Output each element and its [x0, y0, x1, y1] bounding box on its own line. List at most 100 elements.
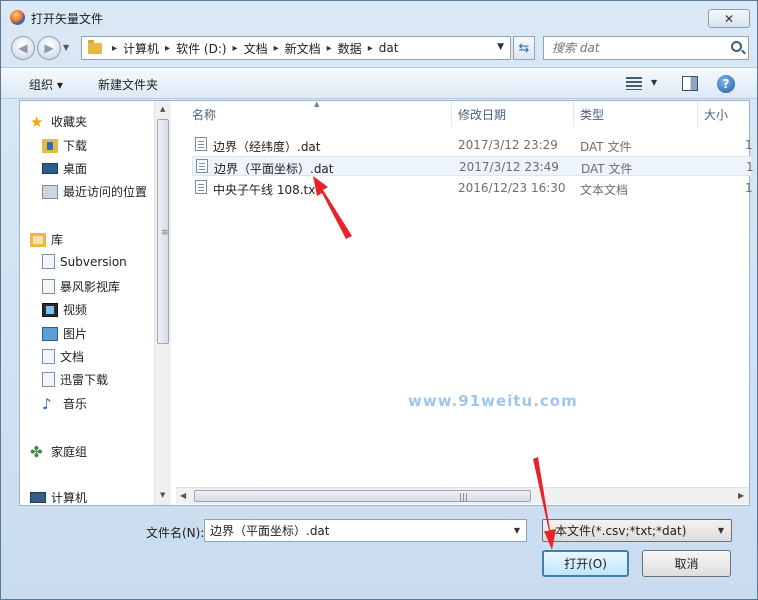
address-dropdown-icon[interactable]: ▼ — [497, 42, 504, 52]
sidebar-item-homegroup[interactable]: ✤ 家庭组 — [30, 443, 87, 460]
search-box[interactable] — [543, 36, 749, 60]
sidebar-item-pictures[interactable]: 图片 — [42, 325, 87, 342]
file-row-selected[interactable]: 边界（平面坐标）.dat 2017/3/12 23:49 DAT 文件 1 — [192, 156, 754, 176]
scroll-up-icon[interactable]: ▲ — [160, 105, 165, 113]
computer-icon — [30, 492, 46, 503]
dat-file-icon — [195, 137, 207, 151]
pictures-icon — [42, 326, 58, 341]
sidebar-item-label: 图片 — [63, 327, 88, 341]
preview-pane-icon[interactable] — [682, 76, 698, 91]
search-input[interactable] — [544, 37, 714, 59]
breadcrumb-separator-icon[interactable]: ▸ — [327, 43, 332, 54]
breadcrumb-item-drive-d[interactable]: 软件 (D:) — [176, 40, 226, 57]
sidebar-item-documents[interactable]: 文档 — [42, 348, 84, 365]
file-name: 边界（经纬度）.dat — [213, 140, 321, 154]
open-button[interactable]: 打开(O) — [542, 550, 629, 577]
library-document-icon — [42, 279, 55, 294]
help-icon[interactable]: ? — [717, 75, 735, 93]
file-list: ▲ 名称 修改日期 类型 大小 边界（经纬度）.dat 2017/3/12 23… — [176, 100, 754, 505]
breadcrumb-separator-icon[interactable]: ▸ — [233, 43, 238, 54]
title-bar: 打开矢量文件 ✕ — [1, 1, 757, 33]
folder-icon — [88, 39, 102, 54]
breadcrumb-item-computer[interactable]: 计算机 — [123, 40, 159, 57]
music-note-icon: ♪ — [42, 394, 52, 413]
forward-button[interactable]: ▶ — [37, 36, 61, 60]
navigation-row: ◀ ▶ ▼ ▸ 计算机 ▸ 软件 (D:) ▸ 文档 ▸ 新文档 ▸ 数据 ▸ … — [1, 34, 757, 62]
sidebar-item-music[interactable]: ♪ 音乐 — [42, 395, 87, 412]
sidebar-item-downloads[interactable]: 下载 — [42, 137, 87, 154]
window-title: 打开矢量文件 — [31, 12, 104, 26]
horizontal-scrollbar[interactable]: ◀ ||| ▶ — [176, 487, 749, 504]
new-folder-button[interactable]: 新建文件夹 — [98, 76, 158, 93]
sidebar-item-thunder-downloads[interactable]: 迅雷下载 — [42, 371, 108, 388]
breadcrumb-separator-icon[interactable]: ▸ — [274, 43, 279, 54]
sidebar-item-label: 收藏夹 — [51, 115, 88, 129]
sidebar-item-computer[interactable]: 计算机 — [30, 489, 87, 505]
file-type: DAT 文件 — [580, 140, 632, 154]
scrollbar-thumb[interactable]: ||| — [194, 490, 531, 503]
filename-label: 文件名(N): — [146, 526, 205, 540]
navigation-pane: ★ 收藏夹 下载 桌面 最近访问的位置 库 Subversion 暴风影视库 视频… — [20, 101, 172, 505]
desktop-icon — [42, 163, 58, 174]
file-size: 1 — [745, 181, 753, 195]
refresh-button[interactable]: ⇆ — [513, 36, 535, 60]
grip-icon: ≡ — [161, 228, 169, 238]
view-options-icon[interactable] — [626, 77, 642, 90]
forward-arrow-icon: ▶ — [44, 41, 54, 55]
recent-locations-dropdown[interactable]: ▼ — [63, 43, 69, 52]
column-header-size[interactable]: 大小 — [698, 101, 749, 127]
filetype-select[interactable]: 本文件(*.csv;*txt;*dat) ▼ — [542, 519, 732, 542]
cancel-button[interactable]: 取消 — [642, 550, 731, 577]
breadcrumb-item-documents[interactable]: 文档 — [244, 40, 268, 57]
file-type: 文本文档 — [580, 183, 629, 197]
text-file-icon — [195, 180, 207, 194]
refresh-icon: ⇆ — [518, 40, 530, 56]
sidebar-item-label: 音乐 — [63, 397, 88, 411]
column-header-modified[interactable]: 修改日期 — [452, 101, 574, 127]
filetype-value: 本文件(*.csv;*txt;*dat) — [555, 524, 687, 538]
sidebar-item-label: Subversion — [60, 254, 127, 269]
file-size: 1 — [745, 138, 753, 152]
address-bar[interactable]: ▸ 计算机 ▸ 软件 (D:) ▸ 文档 ▸ 新文档 ▸ 数据 ▸ dat ▼ — [81, 36, 511, 60]
sidebar-item-baofeng-library[interactable]: 暴风影视库 — [42, 278, 120, 295]
scroll-down-icon[interactable]: ▼ — [160, 491, 165, 499]
close-button[interactable]: ✕ — [708, 9, 750, 28]
library-document-icon — [42, 372, 55, 387]
search-icon[interactable] — [731, 41, 742, 52]
breadcrumb-separator-icon[interactable]: ▸ — [368, 43, 373, 54]
downloads-folder-icon — [42, 138, 58, 153]
breadcrumb-separator-icon[interactable]: ▸ — [165, 43, 170, 54]
sidebar-item-videos[interactable]: 视频 — [42, 301, 87, 318]
organize-menu[interactable]: 组织 ▾ — [29, 76, 63, 93]
sidebar-item-subversion[interactable]: Subversion — [42, 254, 127, 269]
scrollbar-thumb[interactable]: ≡ — [157, 119, 169, 344]
filename-dropdown-icon[interactable]: ▼ — [514, 526, 520, 535]
command-toolbar: 组织 ▾ 新建文件夹 ▼ ? — [1, 67, 757, 99]
star-icon: ★ — [30, 112, 44, 131]
filetype-dropdown-icon: ▼ — [717, 526, 724, 535]
close-icon: ✕ — [723, 11, 735, 26]
scroll-right-icon[interactable]: ▶ — [738, 491, 744, 500]
sidebar-item-recent-places[interactable]: 最近访问的位置 — [42, 183, 147, 200]
file-row[interactable]: 边界（经纬度）.dat 2017/3/12 23:29 DAT 文件 1 — [192, 135, 753, 155]
video-icon — [42, 302, 58, 317]
back-button[interactable]: ◀ — [11, 36, 35, 60]
breadcrumb-item-data[interactable]: 数据 — [338, 40, 362, 57]
sidebar-item-desktop[interactable]: 桌面 — [42, 160, 87, 177]
sidebar-item-favorites[interactable]: ★ 收藏夹 — [30, 113, 87, 130]
breadcrumb-item-dat[interactable]: dat — [379, 41, 399, 55]
file-row[interactable]: 中央子午线 108.txt 2016/12/23 16:30 文本文档 1 — [192, 178, 753, 198]
file-modified: 2017/3/12 23:49 — [459, 160, 559, 174]
column-header-name[interactable]: 名称 — [186, 101, 452, 127]
sidebar-item-libraries[interactable]: 库 — [30, 231, 63, 248]
breadcrumb-separator-icon[interactable]: ▸ — [112, 43, 117, 54]
filename-field[interactable]: ▼ — [204, 519, 527, 542]
view-dropdown-icon[interactable]: ▼ — [651, 78, 657, 87]
sidebar-item-label: 库 — [51, 233, 64, 247]
sidebar-item-label: 下载 — [63, 139, 88, 153]
filename-input[interactable] — [205, 520, 505, 541]
column-header-type[interactable]: 类型 — [574, 101, 698, 127]
navigation-scrollbar[interactable]: ▲ ≡ ▼ — [154, 101, 171, 505]
scroll-left-icon[interactable]: ◀ — [180, 491, 186, 500]
breadcrumb-item-new-documents[interactable]: 新文档 — [285, 40, 321, 57]
